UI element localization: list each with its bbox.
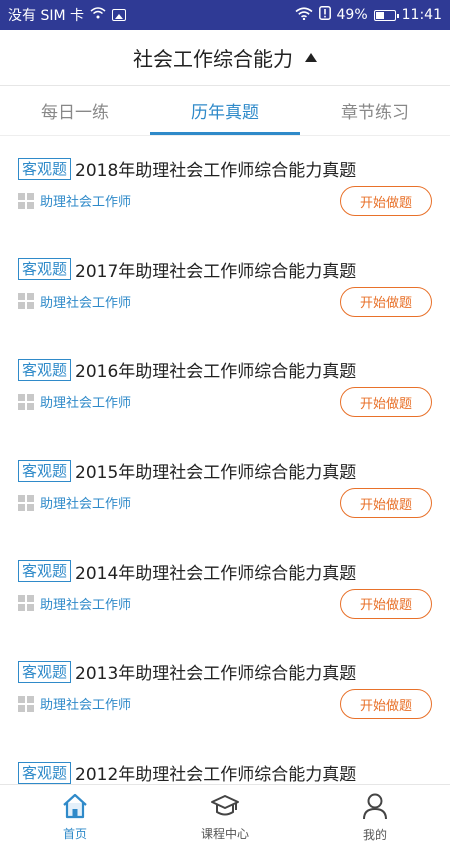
- exam-category: 助理社会工作师: [40, 195, 132, 210]
- caret-up-icon[interactable]: [305, 53, 317, 62]
- tab-past-exams[interactable]: 历年真题: [150, 86, 300, 135]
- grid-icon: [18, 595, 34, 612]
- page-title: 社会工作综合能力: [133, 47, 293, 71]
- grid-icon: [18, 695, 34, 712]
- exam-title[interactable]: 2018年助理社会工作师综合能力真题: [75, 156, 356, 181]
- list-item[interactable]: 客观题 2017年助理社会工作师综合能力真题 助理社会工作师 开始做题: [0, 237, 450, 338]
- start-practice-button[interactable]: 开始做题: [340, 588, 432, 619]
- wifi-signal-icon: [295, 6, 313, 24]
- exam-category: 助理社会工作师: [40, 597, 132, 613]
- grid-icon: [18, 293, 34, 310]
- list-item[interactable]: 客观题 2018年助理社会工作师综合能力真题 助理社会工作师 开始做题: [0, 136, 450, 237]
- exam-title[interactable]: 2014年助理社会工作师综合能力真题: [75, 559, 356, 584]
- start-practice-button[interactable]: 开始做题: [340, 387, 432, 418]
- list-item[interactable]: 客观题 2013年助理社会工作师综合能力真题 助理社会工作师 开始做题: [0, 639, 450, 740]
- exam-title[interactable]: 2012年助理社会工作师综合能力真题: [75, 760, 356, 784]
- battery-percent: 49%: [336, 7, 368, 23]
- grid-icon: [18, 494, 34, 511]
- battery-icon: [373, 9, 399, 21]
- start-practice-button[interactable]: 开始做题: [340, 186, 432, 216]
- tab-bar: 每日一练 历年真题 章节练习: [0, 86, 450, 136]
- exam-title[interactable]: 2015年助理社会工作师综合能力真题: [75, 458, 356, 483]
- image-icon: [112, 9, 126, 21]
- grid-icon: [18, 393, 34, 410]
- start-practice-button[interactable]: 开始做题: [340, 286, 432, 317]
- carrier-text: 没有 SIM 卡: [8, 8, 84, 24]
- user-icon: [361, 792, 389, 820]
- exam-category: 助理社会工作师: [40, 497, 132, 513]
- header[interactable]: 社会工作综合能力: [0, 30, 450, 86]
- graduation-cap-icon: [210, 793, 240, 819]
- question-type-tag: 客观题: [18, 258, 72, 281]
- bottom-navigation: 首页 课程中心 我的: [0, 784, 450, 850]
- exam-category: 助理社会工作师: [40, 396, 132, 412]
- grid-icon: [18, 192, 34, 209]
- tab-label: 历年真题: [191, 103, 259, 123]
- nav-home[interactable]: 首页: [0, 785, 150, 850]
- exam-category: 助理社会工作师: [40, 698, 132, 714]
- clock: 11:41: [401, 7, 442, 23]
- alert-icon: [318, 6, 331, 24]
- list-item[interactable]: 客观题 2012年助理社会工作师综合能力真题: [0, 740, 450, 784]
- tab-label: 每日一练: [41, 103, 109, 123]
- tab-chapter-practice[interactable]: 章节练习: [300, 86, 450, 135]
- nav-label: 首页: [62, 827, 87, 841]
- exam-title[interactable]: 2016年助理社会工作师综合能力真题: [75, 357, 356, 382]
- home-icon: [61, 793, 89, 819]
- nav-course-center[interactable]: 课程中心: [150, 785, 300, 850]
- start-practice-button[interactable]: 开始做题: [340, 689, 432, 720]
- nav-label: 我的: [362, 828, 387, 842]
- status-bar: 没有 SIM 卡 49% 11:41: [0, 0, 450, 30]
- wifi-icon: [90, 7, 106, 23]
- start-practice-button[interactable]: 开始做题: [340, 488, 432, 519]
- question-type-tag: 客观题: [18, 560, 72, 583]
- nav-mine[interactable]: 我的: [300, 785, 450, 850]
- question-type-tag: 客观题: [18, 761, 72, 784]
- exam-title[interactable]: 2013年助理社会工作师综合能力真题: [75, 659, 356, 684]
- tab-label: 章节练习: [341, 103, 409, 123]
- list-item[interactable]: 客观题 2016年助理社会工作师综合能力真题 助理社会工作师 开始做题: [0, 337, 450, 438]
- list-item[interactable]: 客观题 2014年助理社会工作师综合能力真题 助理社会工作师 开始做题: [0, 539, 450, 640]
- question-type-tag: 客观题: [18, 660, 72, 683]
- list-item[interactable]: 客观题 2015年助理社会工作师综合能力真题 助理社会工作师 开始做题: [0, 438, 450, 539]
- nav-label: 课程中心: [200, 827, 249, 841]
- question-type-tag: 客观题: [18, 459, 72, 482]
- exam-category: 助理社会工作师: [40, 295, 132, 311]
- question-type-tag: 客观题: [18, 157, 72, 180]
- exam-list[interactable]: 客观题 2018年助理社会工作师综合能力真题 助理社会工作师 开始做题 客观题 …: [0, 136, 450, 784]
- tab-daily-practice[interactable]: 每日一练: [0, 86, 150, 135]
- exam-title[interactable]: 2017年助理社会工作师综合能力真题: [75, 257, 356, 282]
- question-type-tag: 客观题: [18, 358, 72, 381]
